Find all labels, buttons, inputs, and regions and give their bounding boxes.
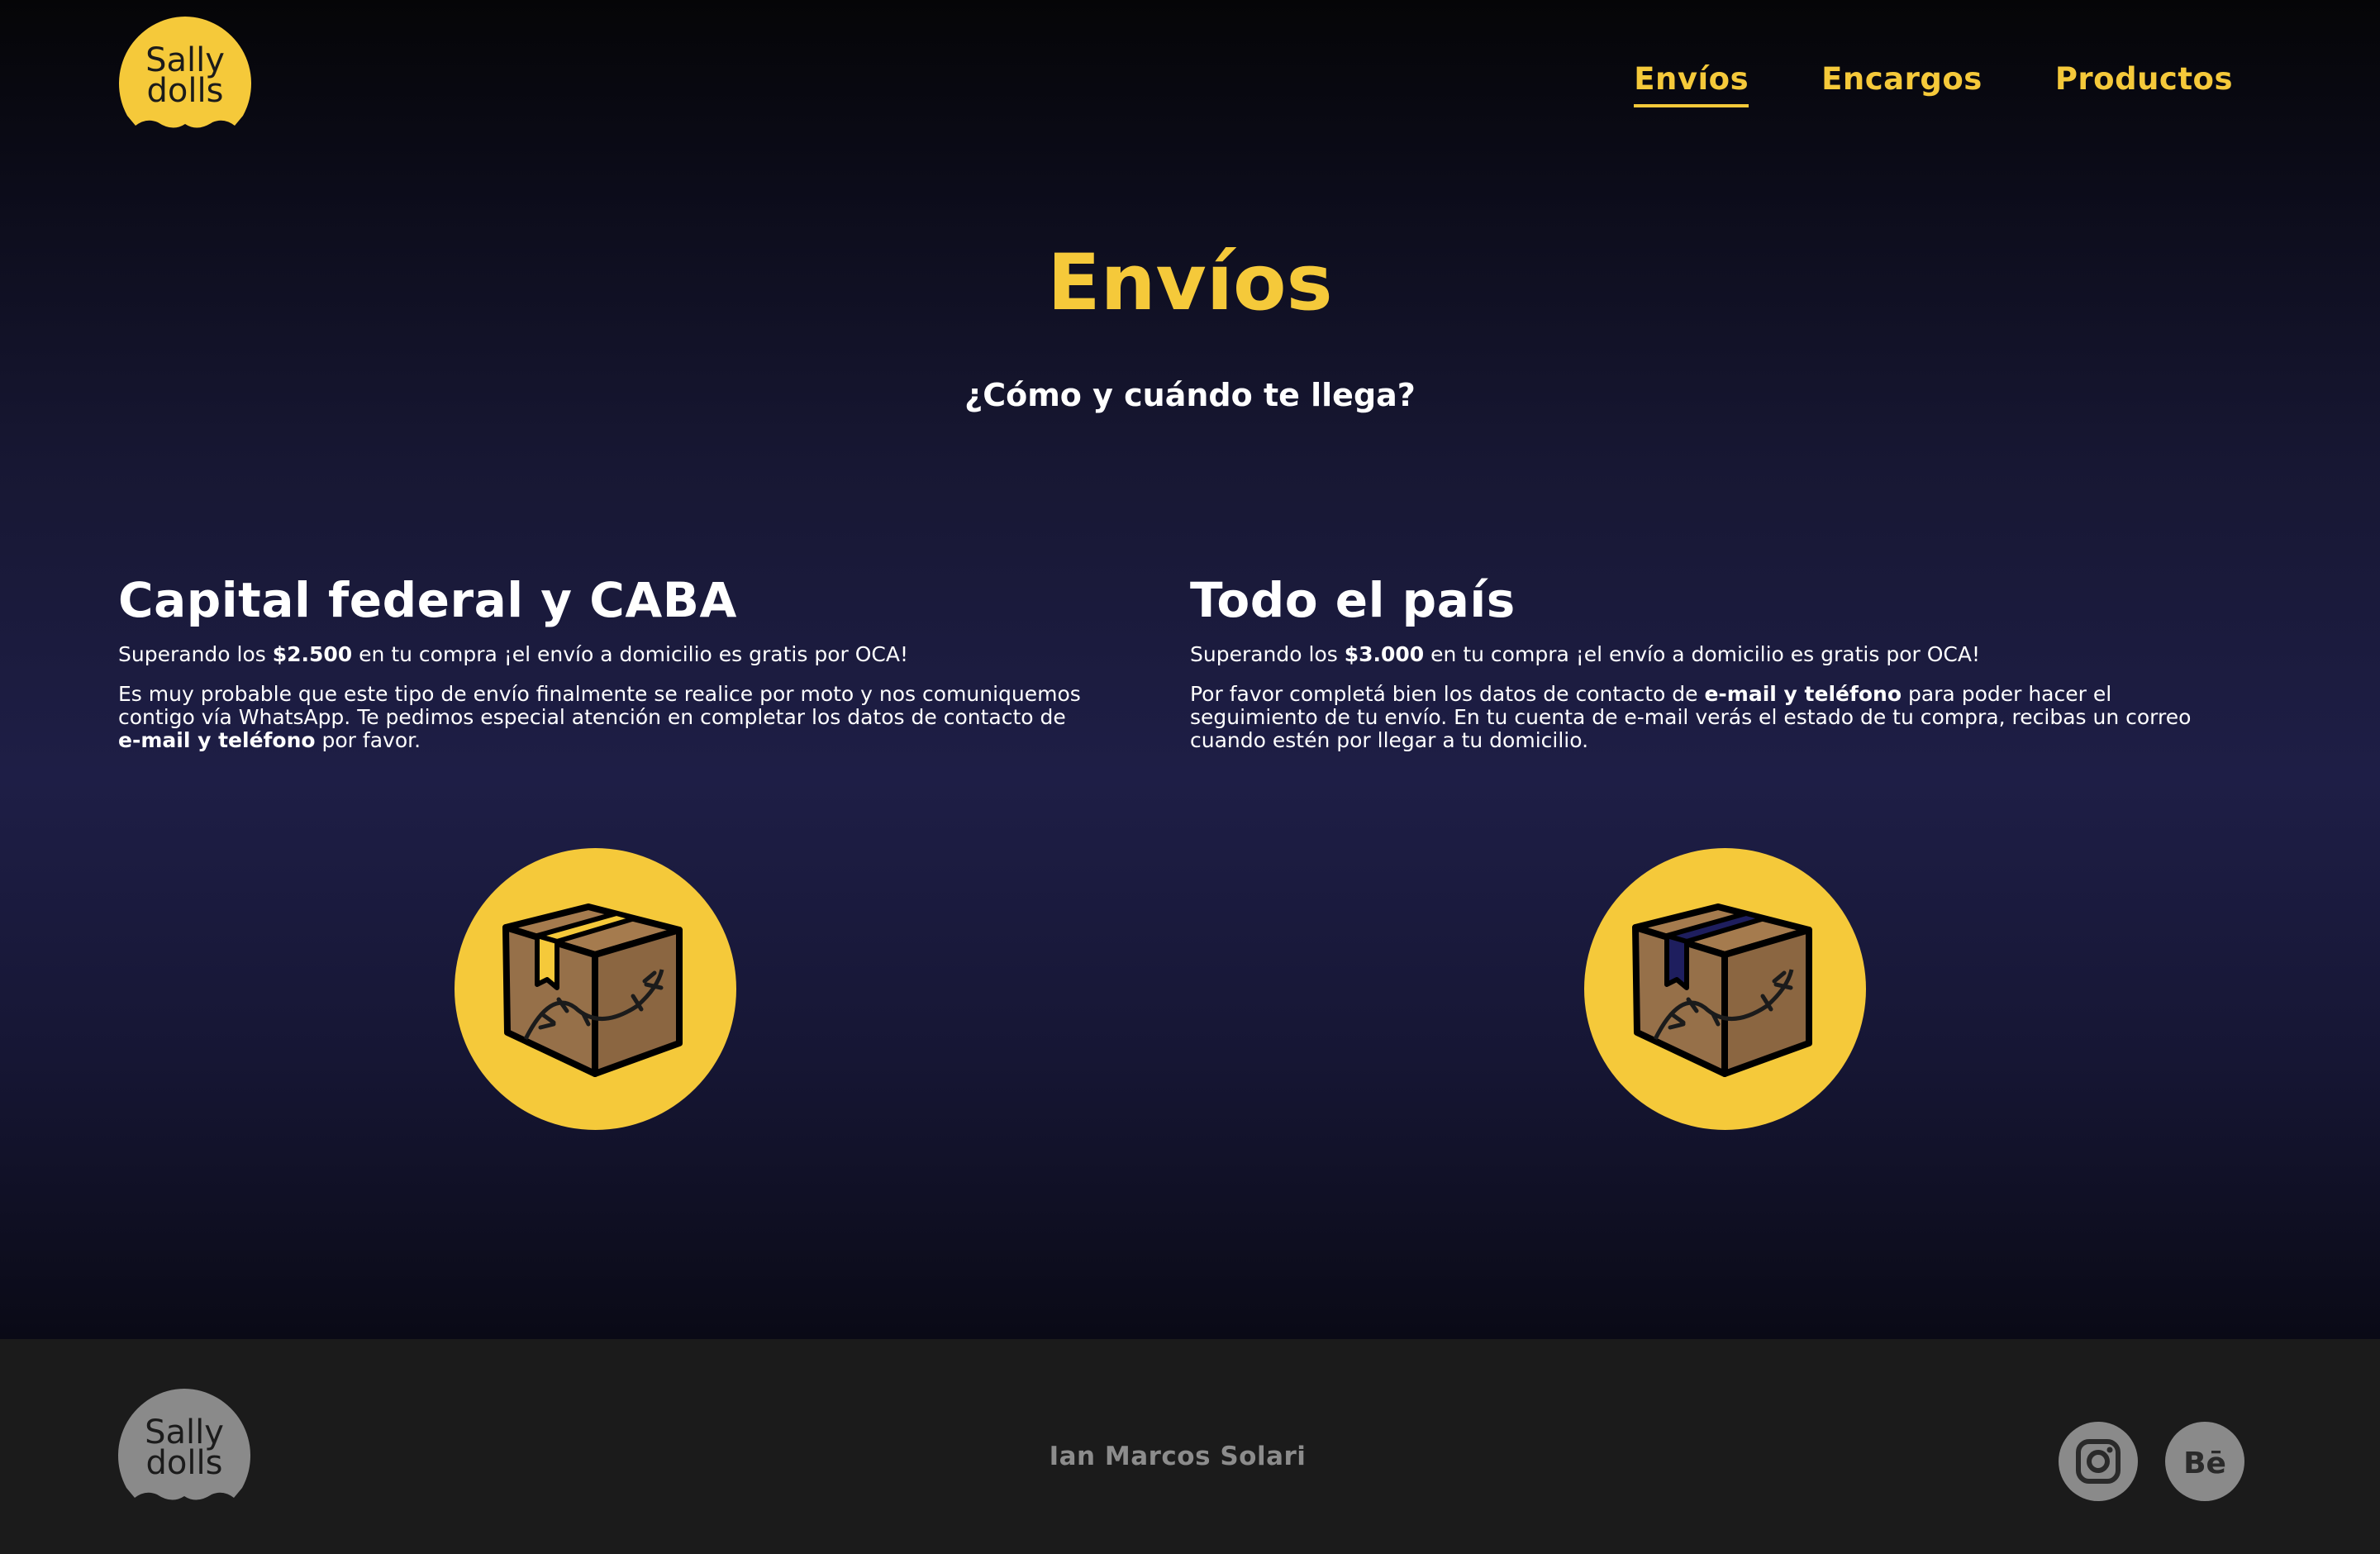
section-heading: Capital federal y CABA <box>118 572 737 628</box>
svg-text:dolls: dolls <box>147 72 224 110</box>
page: Sally dolls Envíos Encargos Productos En… <box>0 0 2380 1554</box>
section-paragraph-details: Es muy probable que este tipo de envío f… <box>118 682 1081 752</box>
section-todo-el-pais: Todo el país Superando los $3.000 en tu … <box>1190 565 2240 752</box>
section-capital-federal: Capital federal y CABA Superando los $2.… <box>118 565 1089 752</box>
instagram-link[interactable] <box>2059 1422 2138 1501</box>
instagram-icon <box>2076 1439 2121 1484</box>
nav-item-productos[interactable]: Productos <box>2055 60 2233 107</box>
behance-icon: Bē <box>2183 1447 2226 1480</box>
section-heading: Todo el país <box>1190 572 1516 628</box>
nav-item-encargos[interactable]: Encargos <box>1821 60 1983 107</box>
page-subtitle: ¿Cómo y cuándo te llega? <box>964 377 1416 413</box>
section-paragraph-price: Superando los $2.500 en tu compra ¡el en… <box>118 642 908 666</box>
main-nav: Envíos Encargos Productos <box>1634 60 2233 107</box>
package-badge-national <box>1584 848 1866 1130</box>
sally-dolls-logo: Sally dolls <box>118 17 252 128</box>
section-paragraph-price: Superando los $3.000 en tu compra ¡el en… <box>1190 642 1980 666</box>
package-badge-local <box>455 848 736 1130</box>
nav-item-envios[interactable]: Envíos <box>1634 60 1749 107</box>
package-box-icon <box>1631 903 1812 1077</box>
svg-text:Bē: Bē <box>2183 1447 2226 1480</box>
package-box-icon <box>502 903 683 1077</box>
section-paragraph-details: Por favor completá bien los datos de con… <box>1190 682 2192 752</box>
page-title: Envíos <box>1047 238 1333 328</box>
footer-credit: Ian Marcos Solari <box>1049 1442 1307 1471</box>
behance-link[interactable]: Bē <box>2165 1422 2244 1501</box>
